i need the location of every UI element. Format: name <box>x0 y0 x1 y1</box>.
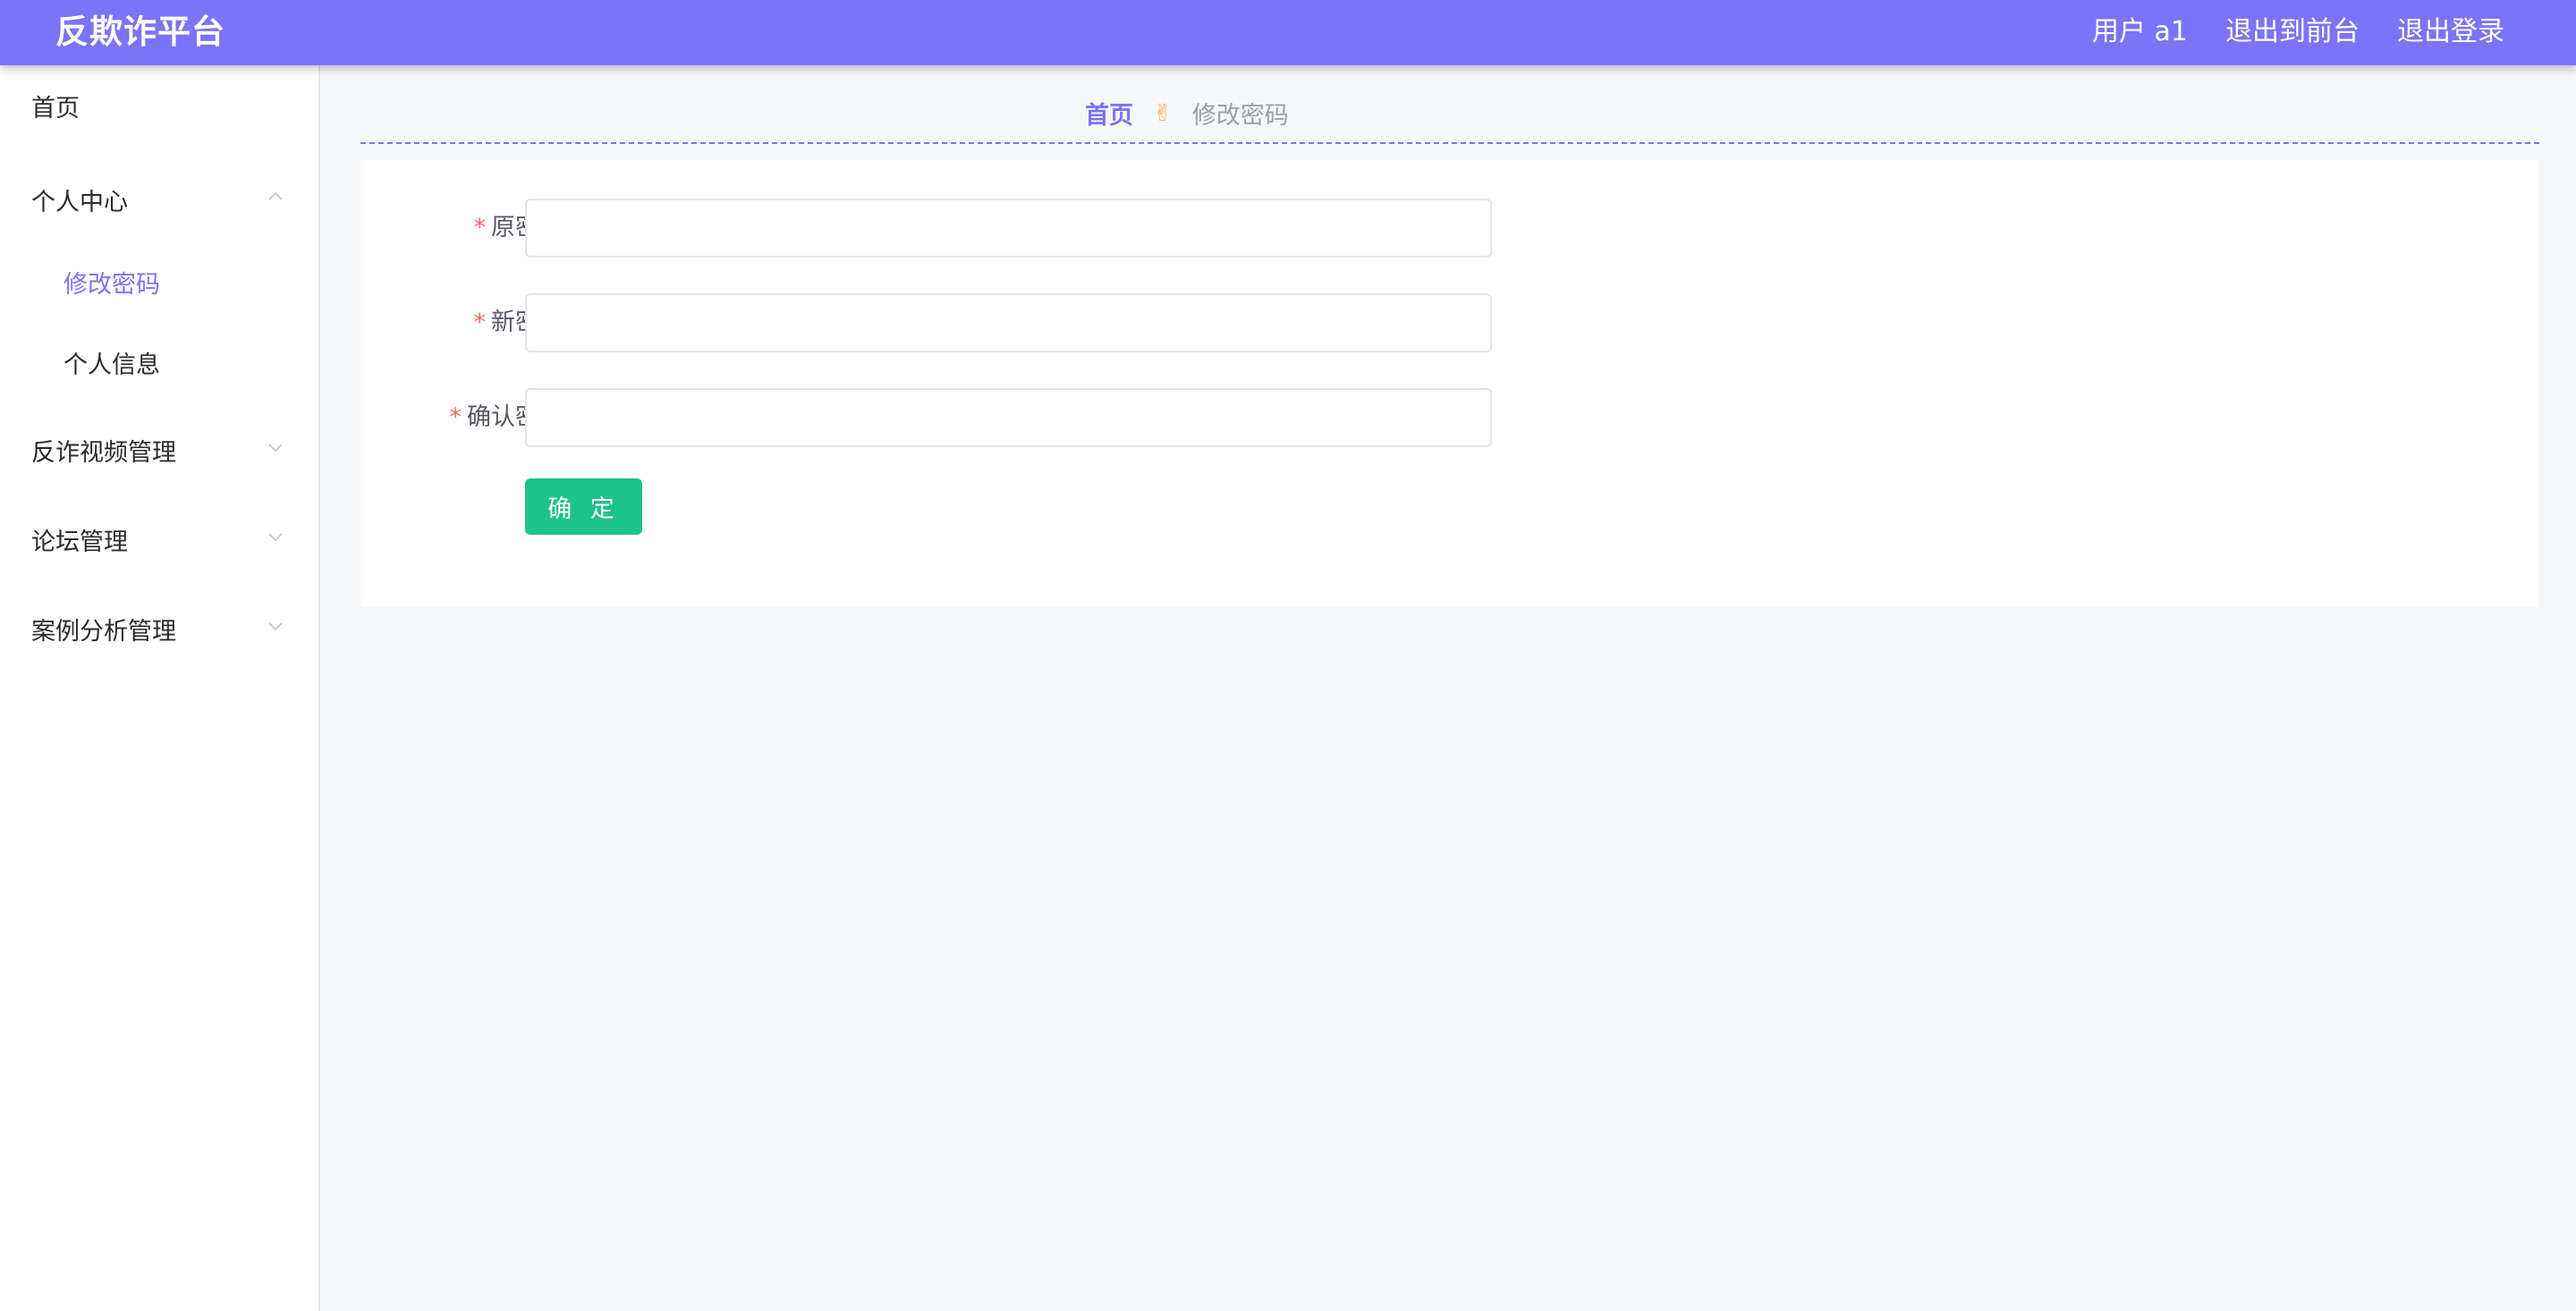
sidebar-item-label: 反诈视频管理 <box>31 438 176 467</box>
password-form: *原密码 *新密码 *确认密码 确 定 <box>360 160 2539 607</box>
sidebar-item-personal-center[interactable]: 个人中心 <box>0 159 318 240</box>
old-password-input[interactable] <box>525 199 1492 258</box>
sidebar-item-label: 个人信息 <box>64 351 160 379</box>
breadcrumb-current: 修改密码 <box>1191 102 1289 130</box>
sidebar-item-home[interactable]: 首页 <box>0 65 318 146</box>
sidebar-item-label: 修改密码 <box>64 270 160 299</box>
top-links: 用户 a1 退出到前台 退出登录 <box>2092 13 2504 52</box>
logout-link[interactable]: 退出登录 <box>2397 13 2504 52</box>
confirm-button[interactable]: 确 定 <box>525 478 642 535</box>
sidebar-item-personal-info[interactable]: 个人信息 <box>0 322 318 402</box>
new-password-input[interactable] <box>525 293 1492 352</box>
sidebar-item-case-analysis[interactable]: 案例分析管理 <box>0 588 318 669</box>
brand-title: 反欺诈平台 <box>55 13 225 51</box>
top-bar: 反欺诈平台 用户 a1 退出到前台 退出登录 <box>0 0 2576 65</box>
breadcrumb: 首页 ✌ 修改密码 <box>360 65 2539 144</box>
chevron-up-icon <box>268 191 283 200</box>
form-row-confirm-password: * 确认密码 <box>360 388 1523 447</box>
sidebar-item-label: 案例分析管理 <box>31 617 176 646</box>
sidebar-item-label: 首页 <box>31 94 80 123</box>
breadcrumb-home-link[interactable]: 首页 <box>1085 96 1133 131</box>
required-mark: * <box>473 309 487 336</box>
sidebar-item-label: 个人中心 <box>31 188 128 216</box>
required-mark: * <box>473 214 487 241</box>
sidebar-item-forum-management[interactable]: 论坛管理 <box>0 499 318 579</box>
form-row-old-password: *原密码 <box>360 199 1523 258</box>
required-mark: * <box>449 403 462 431</box>
sidebar-item-label: 论坛管理 <box>31 528 128 556</box>
form-row-new-password: *新密码 <box>360 293 1523 352</box>
sidebar-item-video-management[interactable]: 反诈视频管理 <box>0 410 318 490</box>
victory-hand-icon: ✌ <box>1153 99 1173 127</box>
confirm-password-input[interactable] <box>525 388 1492 447</box>
chevron-down-icon <box>268 533 283 542</box>
chevron-down-icon <box>268 622 283 631</box>
sidebar-item-change-password[interactable]: 修改密码 <box>0 241 318 322</box>
chevron-down-icon <box>268 444 283 453</box>
sidebar: 首页 个人中心 修改密码 个人信息 反诈视频管理 论坛管理 案例分析管理 <box>0 65 320 1311</box>
user-label[interactable]: 用户 a1 <box>2092 13 2188 52</box>
exit-to-front-link[interactable]: 退出到前台 <box>2225 13 2360 52</box>
